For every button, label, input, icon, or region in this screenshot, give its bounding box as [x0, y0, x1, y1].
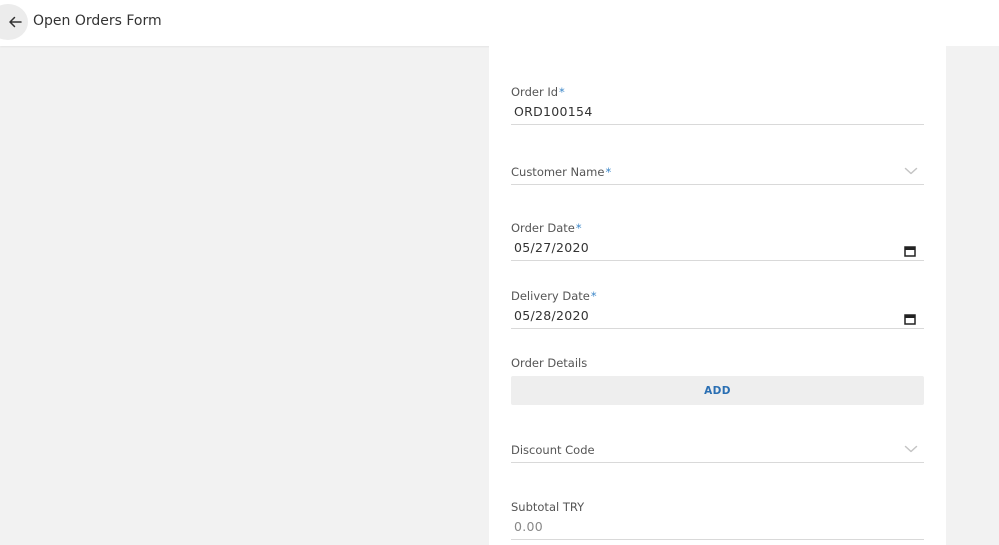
chevron-down-icon[interactable] — [904, 441, 918, 455]
discount-code-field[interactable]: Discount Code — [511, 436, 924, 464]
page-title: Open Orders Form — [33, 13, 162, 29]
required-mark: * — [605, 165, 612, 179]
order-details-label: Order Details — [511, 356, 588, 370]
customer-name-label: Customer Name* — [511, 165, 612, 179]
chevron-down-icon[interactable] — [904, 163, 918, 177]
delivery-date-value[interactable]: 05/28/2020 — [514, 308, 589, 323]
discount-code-label: Discount Code — [511, 443, 595, 457]
order-date-field[interactable]: Order Date* 05/27/2020 — [511, 218, 924, 262]
back-button[interactable] — [0, 4, 28, 40]
subtotal-field: Subtotal TRY 0.00 — [511, 497, 924, 541]
add-order-detail-button[interactable]: ADD — [511, 376, 924, 405]
field-underline — [511, 462, 924, 463]
required-mark: * — [559, 85, 565, 99]
subtotal-label: Subtotal TRY — [511, 500, 585, 514]
customer-name-field[interactable]: Customer Name* — [511, 158, 924, 186]
delivery-date-field[interactable]: Delivery Date* 05/28/2020 — [511, 286, 924, 330]
subtotal-value: 0.00 — [514, 519, 544, 534]
field-underline — [511, 328, 924, 329]
order-id-value[interactable]: ORD100154 — [514, 104, 593, 119]
delivery-date-label: Delivery Date* — [511, 289, 597, 303]
order-id-field[interactable]: Order Id* ORD100154 — [511, 82, 924, 126]
arrow-left-icon — [8, 15, 22, 29]
field-underline — [511, 184, 924, 185]
field-underline — [511, 124, 924, 125]
calendar-icon[interactable] — [904, 242, 916, 257]
order-date-value[interactable]: 05/27/2020 — [514, 240, 589, 255]
order-id-label: Order Id* — [511, 85, 565, 99]
form-panel: Order Id* ORD100154 Customer Name* Order… — [489, 46, 946, 545]
field-underline — [511, 260, 924, 261]
order-date-label: Order Date* — [511, 221, 582, 235]
required-mark: * — [590, 289, 597, 303]
field-underline — [511, 539, 924, 540]
right-gutter — [946, 46, 999, 545]
calendar-icon[interactable] — [904, 310, 916, 325]
app-header: Open Orders Form — [0, 0, 999, 46]
required-mark: * — [575, 221, 582, 235]
